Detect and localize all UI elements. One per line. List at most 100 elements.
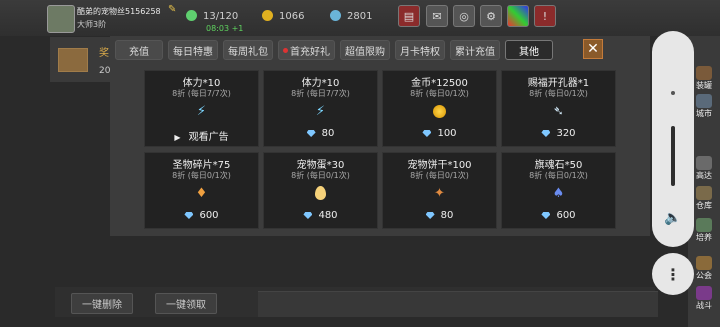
volume-track[interactable] bbox=[671, 126, 675, 186]
mail-icon[interactable]: ✉ bbox=[426, 5, 448, 27]
tab-weekly-pack[interactable]: 每周礼包 bbox=[223, 40, 273, 60]
diamond-icon bbox=[425, 212, 435, 219]
speaker-muted-icon[interactable]: 🔈 bbox=[664, 210, 681, 226]
gold-value: 1066 bbox=[279, 11, 305, 22]
diamond-icon bbox=[306, 130, 316, 137]
tab-daily-deal[interactable]: 每日特惠 bbox=[168, 40, 218, 60]
item-limit: 8折 (每日7/7次) bbox=[291, 89, 350, 98]
menu-icon bbox=[696, 286, 712, 300]
item-limit: 8折 (每日0/1次) bbox=[291, 171, 350, 180]
shop-item-card[interactable]: 圣物碎片*75 8折 (每日0/1次) ♦ 600 bbox=[144, 152, 259, 229]
mail-count: 20 bbox=[99, 66, 111, 76]
item-grid: 体力*10 8折 (每日7/7次) ⚡ ▶ 观看广告 体力*10 8折 (每日7/… bbox=[144, 70, 619, 229]
drill-icon: ➴ bbox=[553, 103, 564, 119]
shop-item-card[interactable]: 旗魂石*50 8折 (每日0/1次) ♠ 600 bbox=[501, 152, 616, 229]
item-title: 体力*10 bbox=[182, 78, 221, 89]
shop-item-card[interactable]: 宠物蛋*30 8折 (每日0/1次) 480 bbox=[263, 152, 378, 229]
shop-modal: 充值 每日特惠 每周礼包 首充好礼 超值限购 月卡特权 累计充值 其他 ✕ 体力… bbox=[110, 36, 650, 236]
buy-button[interactable]: 80 bbox=[383, 210, 496, 221]
shop-item-card[interactable]: 体力*10 8折 (每日7/7次) ⚡ ▶ 观看广告 bbox=[144, 70, 259, 147]
avatar[interactable] bbox=[47, 5, 75, 33]
menu-item[interactable]: 战斗 bbox=[688, 286, 720, 312]
item-limit: 8折 (每日0/1次) bbox=[410, 171, 469, 180]
item-limit: 8折 (每日0/1次) bbox=[410, 89, 469, 98]
menu-icon bbox=[696, 256, 712, 270]
notification-dot bbox=[283, 47, 288, 53]
stamina-timer: 08:03 +1 bbox=[206, 24, 244, 33]
menu-icon bbox=[696, 156, 712, 170]
volume-max-dot bbox=[671, 91, 675, 95]
buy-button[interactable]: 320 bbox=[502, 128, 615, 139]
buy-button[interactable]: 100 bbox=[383, 128, 496, 139]
menu-icon bbox=[696, 218, 712, 232]
shop-item-card[interactable]: 赐福开孔器*1 8折 (每日0/1次) ➴ 320 bbox=[501, 70, 616, 147]
more-options-button[interactable]: ⋮ bbox=[652, 253, 694, 295]
gem-value: 2801 bbox=[347, 11, 373, 22]
gold-stat: 1066 bbox=[262, 10, 304, 22]
tab-first-recharge[interactable]: 首充好礼 bbox=[278, 40, 335, 60]
stone-icon: ♠ bbox=[552, 185, 565, 201]
stamina-icon bbox=[186, 10, 197, 21]
tab-monthly-card[interactable]: 月卡特权 bbox=[395, 40, 445, 60]
buy-button[interactable]: 480 bbox=[264, 210, 377, 221]
tab-other[interactable]: 其他 bbox=[505, 40, 553, 60]
watch-ad-button[interactable]: ▶ 观看广告 bbox=[145, 128, 258, 143]
alert-icon[interactable]: ! bbox=[534, 5, 556, 27]
stamina-stat: 13/120 bbox=[186, 10, 238, 22]
tab-recharge[interactable]: 充值 bbox=[115, 40, 163, 60]
menu-icon bbox=[696, 66, 712, 80]
diamond-icon bbox=[541, 212, 551, 219]
delete-all-button[interactable]: 一键删除 bbox=[71, 293, 133, 314]
diamond-icon bbox=[184, 212, 194, 219]
item-limit: 8折 (每日0/1次) bbox=[172, 171, 231, 180]
stamina-value: 13/120 bbox=[203, 11, 239, 22]
bone-icon: ✦ bbox=[434, 185, 445, 201]
tab-limited[interactable]: 超值限购 bbox=[340, 40, 390, 60]
tab-cumulative[interactable]: 累计充值 bbox=[450, 40, 500, 60]
play-icon: ▶ bbox=[174, 133, 181, 142]
diamond-icon bbox=[541, 130, 551, 137]
item-title: 圣物碎片*75 bbox=[172, 160, 231, 171]
item-title: 金币*12500 bbox=[411, 78, 468, 89]
buy-button[interactable]: 600 bbox=[145, 210, 258, 221]
gold-icon bbox=[262, 10, 273, 21]
diamond-icon bbox=[422, 130, 432, 137]
gamepad-icon[interactable]: ◎ bbox=[453, 5, 475, 27]
edit-icon[interactable]: ✎ bbox=[168, 4, 176, 15]
lightning-icon: ⚡ bbox=[196, 103, 207, 119]
item-limit: 8折 (每日0/1次) bbox=[529, 89, 588, 98]
buy-button[interactable]: 80 bbox=[264, 128, 377, 139]
item-limit: 8折 (每日7/7次) bbox=[172, 89, 231, 98]
shop-item-card[interactable]: 宠物饼干*100 8折 (每日0/1次) ✦ 80 bbox=[382, 152, 497, 229]
gear-icon[interactable]: ⚙ bbox=[480, 5, 502, 27]
coin-icon bbox=[432, 103, 448, 119]
gem-icon bbox=[330, 10, 341, 21]
collect-all-button[interactable]: 一键领取 bbox=[155, 293, 217, 314]
buy-button[interactable]: 600 bbox=[502, 210, 615, 221]
tab-bar: 充值 每日特惠 每周礼包 首充好礼 超值限购 月卡特权 累计充值 其他 bbox=[115, 40, 553, 62]
egg-icon bbox=[313, 185, 329, 201]
envelope-icon bbox=[58, 48, 88, 72]
gem-stat: 2801 bbox=[330, 10, 372, 22]
menu-icon bbox=[696, 186, 712, 200]
lightning-icon: ⚡ bbox=[315, 103, 326, 119]
item-title: 宠物饼干*100 bbox=[407, 160, 472, 171]
mail-title: 奖 bbox=[99, 48, 109, 59]
item-title: 赐福开孔器*1 bbox=[527, 78, 590, 89]
menu-icon bbox=[696, 94, 712, 108]
bottom-panel bbox=[258, 291, 658, 317]
shard-icon: ♦ bbox=[195, 185, 208, 201]
diamond-icon bbox=[303, 212, 313, 219]
player-name: 酷弟的宠物丝5156258 bbox=[77, 7, 161, 16]
volume-slider[interactable]: 🔈 bbox=[652, 31, 694, 247]
shop-item-card[interactable]: 体力*10 8折 (每日7/7次) ⚡ 80 bbox=[263, 70, 378, 147]
close-button[interactable]: ✕ bbox=[583, 39, 603, 59]
color-wheel-icon[interactable] bbox=[507, 5, 529, 27]
shop-item-card[interactable]: 金币*12500 8折 (每日0/1次) 100 bbox=[382, 70, 497, 147]
shop-icon[interactable]: ▤ bbox=[398, 5, 420, 27]
item-title: 旗魂石*50 bbox=[534, 160, 583, 171]
player-rank: 大师3阶 bbox=[77, 20, 107, 29]
item-limit: 8折 (每日0/1次) bbox=[529, 171, 588, 180]
item-title: 体力*10 bbox=[301, 78, 340, 89]
item-title: 宠物蛋*30 bbox=[296, 160, 345, 171]
